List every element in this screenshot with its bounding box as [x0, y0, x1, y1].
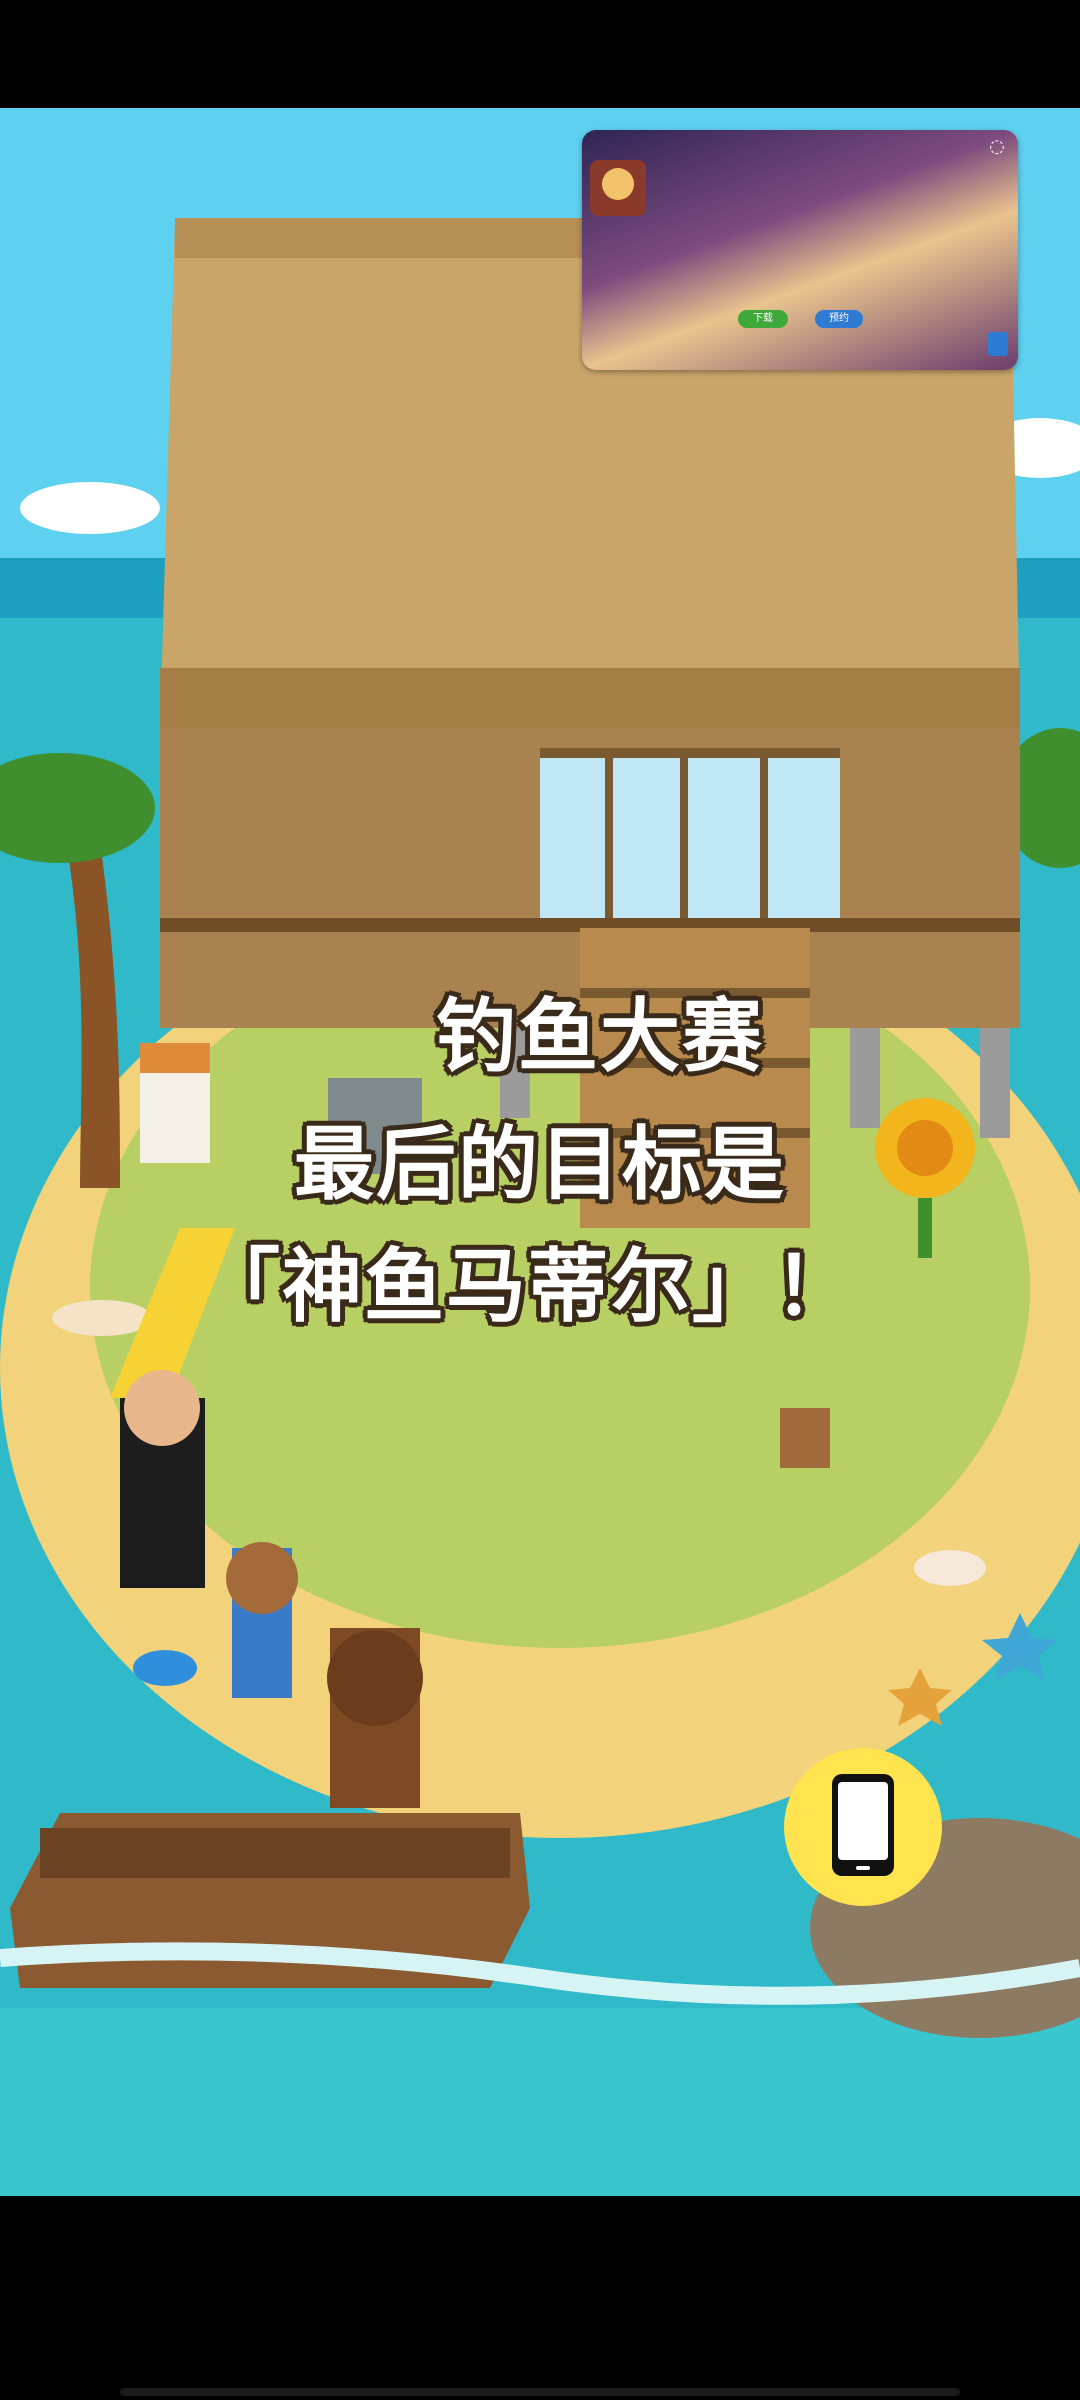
cloud	[20, 482, 160, 534]
hut-window	[540, 748, 840, 918]
phone-button[interactable]	[784, 1748, 942, 1906]
ad-logo	[590, 160, 646, 216]
ad-badge	[988, 332, 1008, 356]
bottom-bar	[0, 2196, 1080, 2400]
smartphone-icon	[832, 1774, 894, 1876]
blue-bird	[133, 1650, 197, 1686]
close-icon[interactable]: ◌	[986, 136, 1008, 158]
monkey	[780, 1408, 830, 1468]
dialogue-line-1: 钓鱼大赛	[436, 990, 764, 1083]
ad-reserve-button[interactable]: 预约	[815, 310, 863, 328]
home-indicator[interactable]	[120, 2388, 960, 2396]
dialogue-line-2: 最后的目标是	[294, 1118, 786, 1211]
ad-banner[interactable]: ◌	[582, 130, 1018, 370]
ad-download-button[interactable]: 下载	[738, 310, 788, 328]
dialogue-line-3: 「神鱼马蒂尔」！	[200, 1240, 856, 1333]
